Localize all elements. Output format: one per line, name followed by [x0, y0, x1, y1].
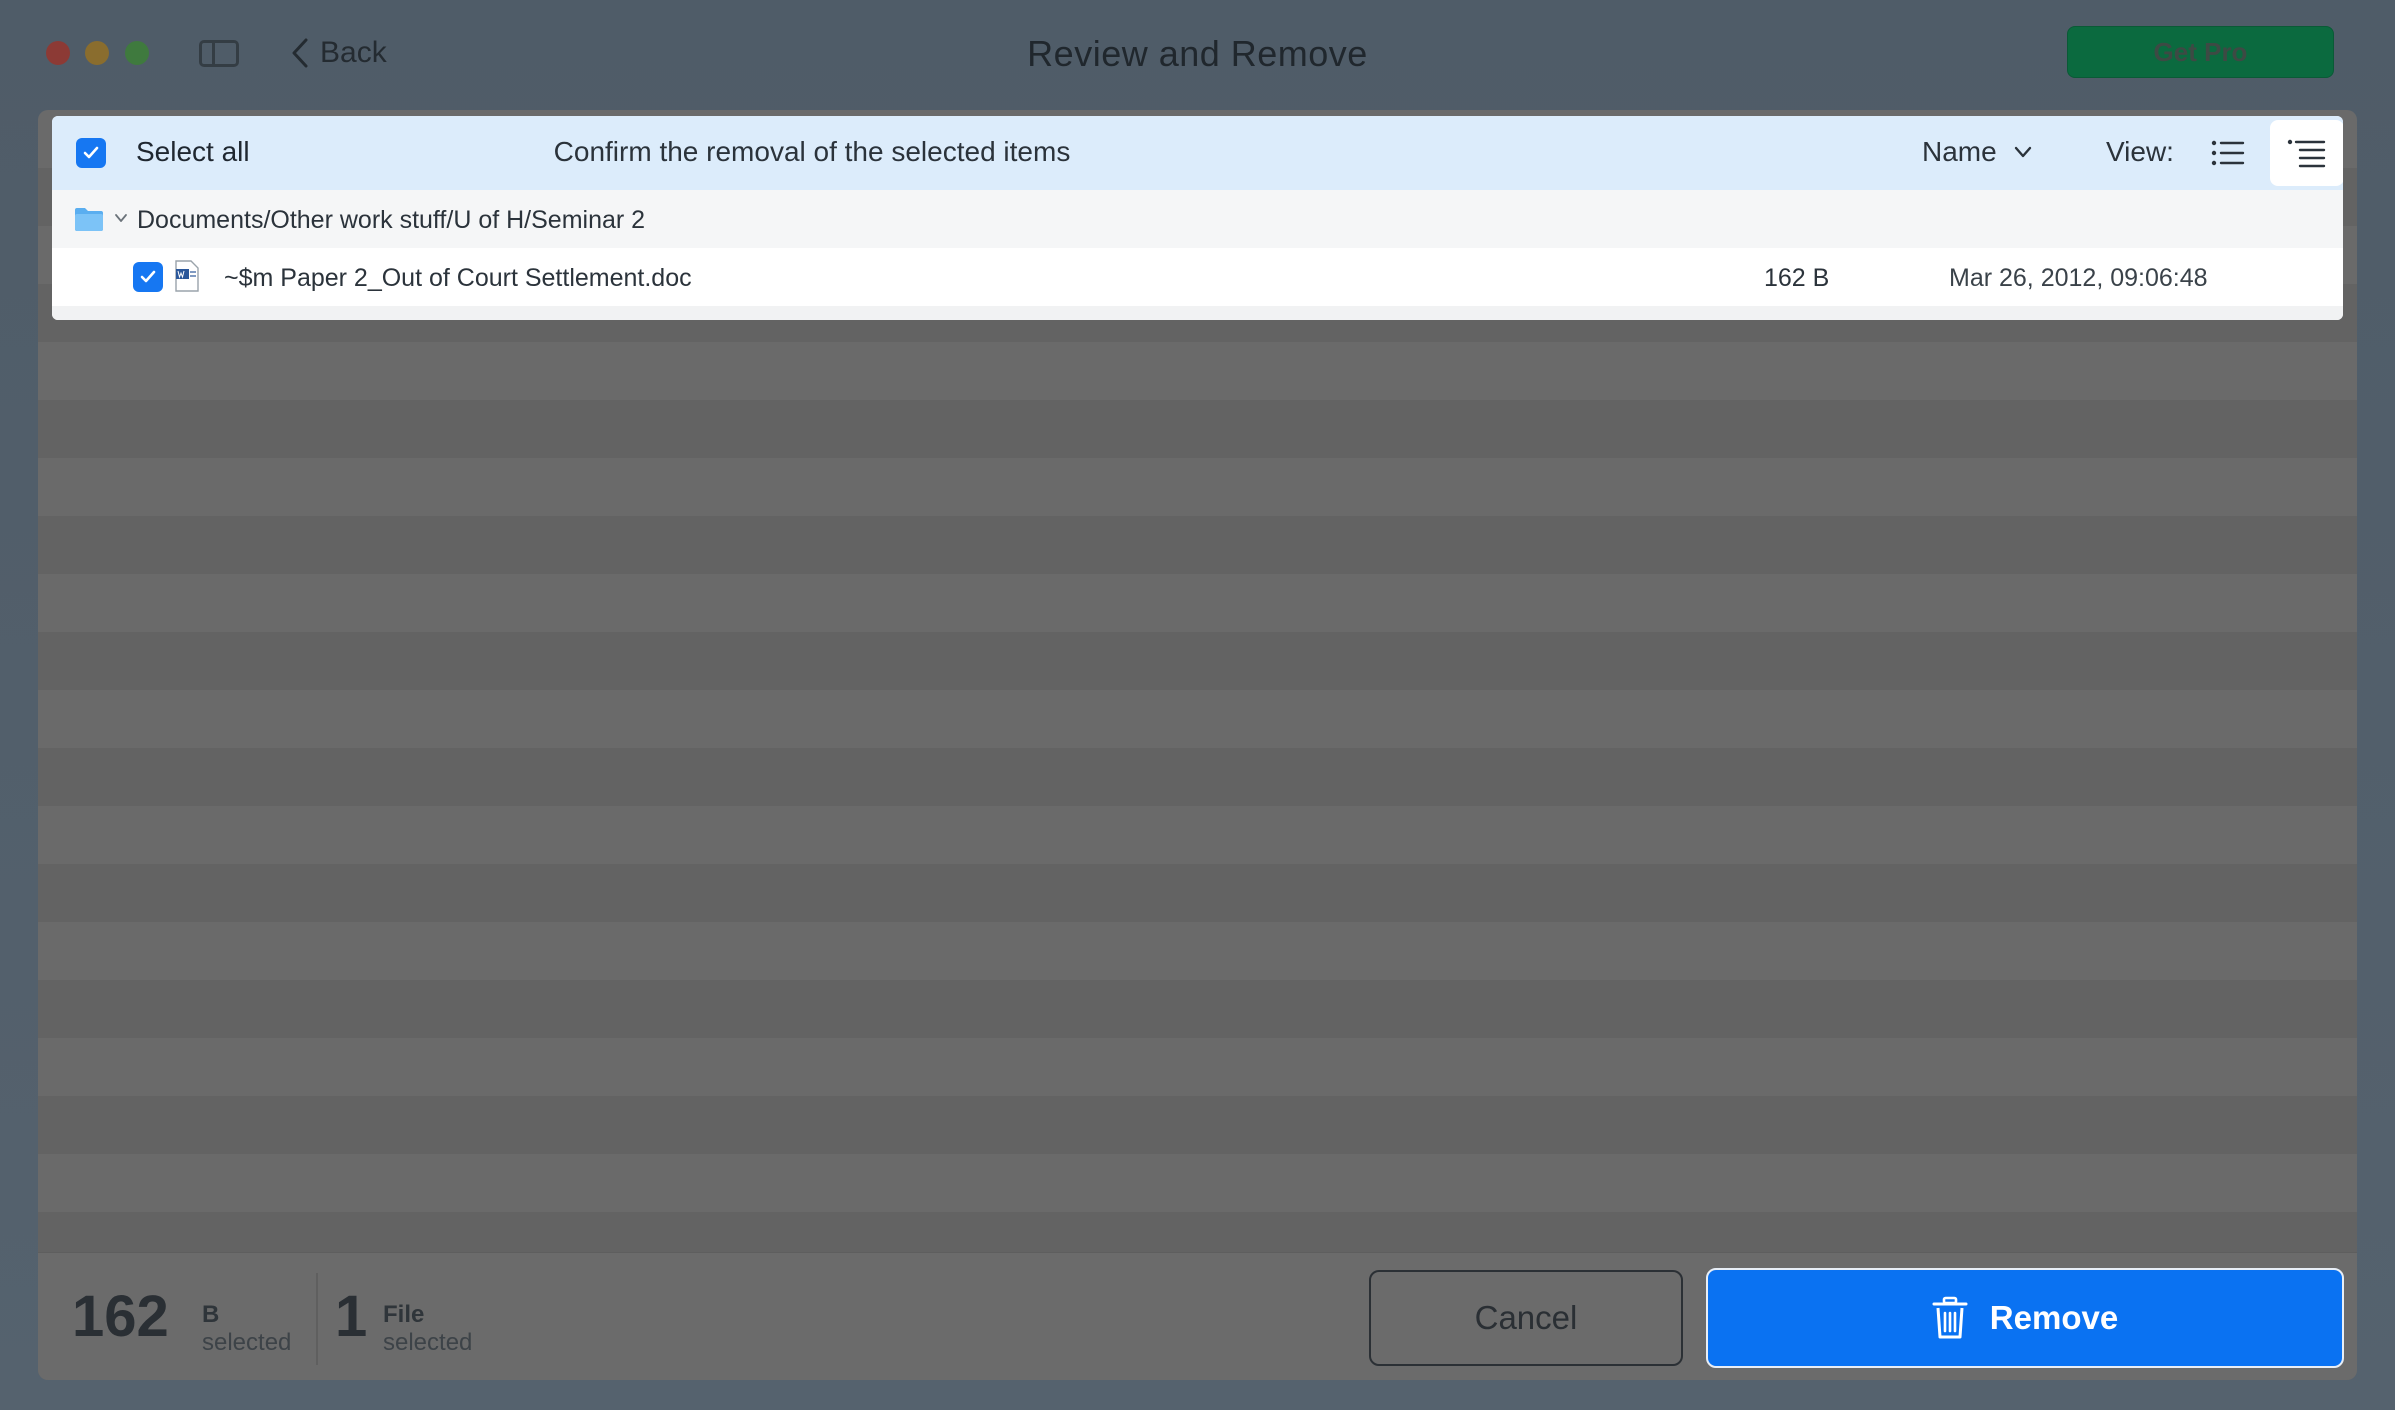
tree-view-icon — [2287, 139, 2326, 168]
trash-icon — [1932, 1296, 1968, 1339]
sort-label: Name — [1922, 136, 1997, 167]
checkmark-icon — [140, 270, 156, 283]
list-spacer — [52, 306, 2343, 320]
footer-bar: 162 B selected 1 File selected Cancel Re… — [38, 1252, 2357, 1380]
chevron-down-icon — [2014, 146, 2031, 158]
cancel-button[interactable]: Cancel — [1369, 1270, 1683, 1366]
app-window: Back Review and Remove Get Pro Select al… — [0, 0, 2395, 1410]
remove-button[interactable]: Remove — [1706, 1268, 2344, 1368]
selected-size-value: 162 — [72, 1284, 169, 1349]
sort-dropdown[interactable]: Name — [1922, 136, 2033, 168]
table-row[interactable]: ~$m Paper 2_Out of Court Settlement.doc … — [52, 248, 2343, 306]
list-header: Select all Confirm the removal of the se… — [52, 116, 2343, 190]
selected-count-value: 1 — [335, 1284, 368, 1349]
list-view-icon[interactable] — [2209, 134, 2247, 172]
selected-size-unit: B — [202, 1301, 220, 1328]
file-size: 162 B — [1764, 264, 1830, 292]
folder-path: Documents/Other work stuff/U of H/Semina… — [137, 206, 646, 234]
selected-size-sub: selected — [202, 1329, 292, 1356]
chevron-down-icon[interactable] — [114, 212, 128, 224]
content-panel: Select all Confirm the removal of the se… — [38, 110, 2357, 1380]
word-document-icon — [175, 260, 199, 292]
file-list: Select all Confirm the removal of the se… — [52, 116, 2343, 320]
selected-count-sub: selected — [383, 1329, 473, 1356]
folder-icon — [75, 208, 103, 231]
file-checkbox[interactable] — [133, 262, 163, 292]
file-name: ~$m Paper 2_Out of Court Settlement.doc — [224, 264, 692, 292]
selected-count-unit: File — [383, 1301, 425, 1328]
get-pro-button[interactable]: Get Pro — [2067, 26, 2334, 78]
footer-divider — [316, 1273, 318, 1365]
folder-row[interactable]: Documents/Other work stuff/U of H/Semina… — [52, 190, 2343, 248]
view-label: View: — [2106, 136, 2174, 167]
confirm-message: Confirm the removal of the selected item… — [553, 136, 1071, 167]
remove-label: Remove — [1989, 1299, 2119, 1336]
file-date: Mar 26, 2012, 09:06:48 — [1949, 264, 2208, 292]
tree-view-button[interactable] — [2270, 120, 2343, 186]
window-title: Review and Remove — [1027, 33, 1368, 74]
